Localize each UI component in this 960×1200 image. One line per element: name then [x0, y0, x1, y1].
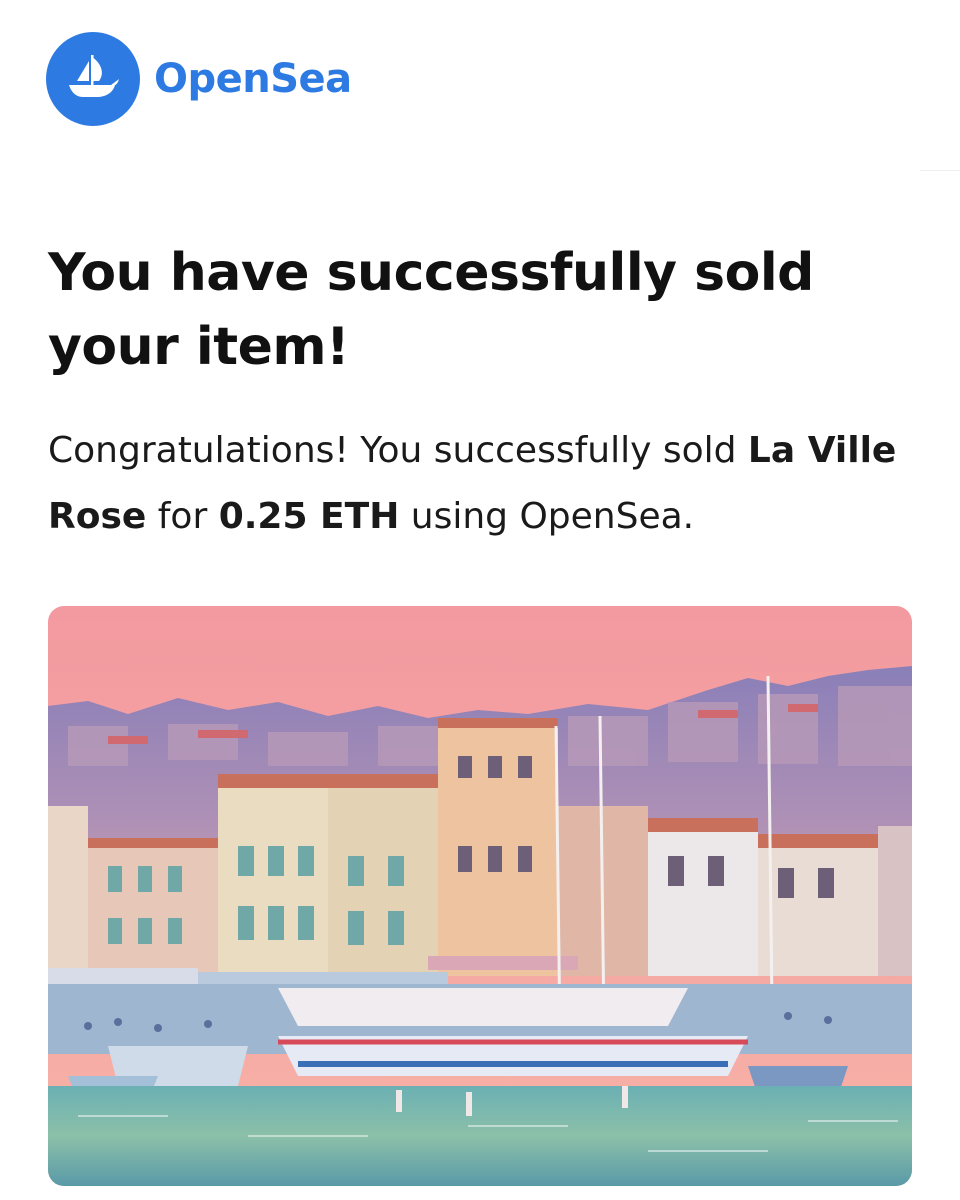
divider [920, 170, 960, 171]
item-artwork-image [48, 606, 912, 1186]
email-header: OpenSea [46, 32, 352, 126]
message-middle: for [146, 496, 219, 537]
page-title: You have successfully sold your item! [48, 243, 814, 377]
opensea-logo-icon [46, 32, 140, 126]
message-prefix: Congratulations! You successfully sold [48, 430, 748, 471]
sale-price: 0.25 ETH [218, 496, 400, 537]
message-suffix: using OpenSea. [399, 496, 695, 537]
congratulations-message: Congratulations! You successfully sold L… [48, 418, 908, 550]
brand-name: OpenSea [154, 56, 352, 102]
